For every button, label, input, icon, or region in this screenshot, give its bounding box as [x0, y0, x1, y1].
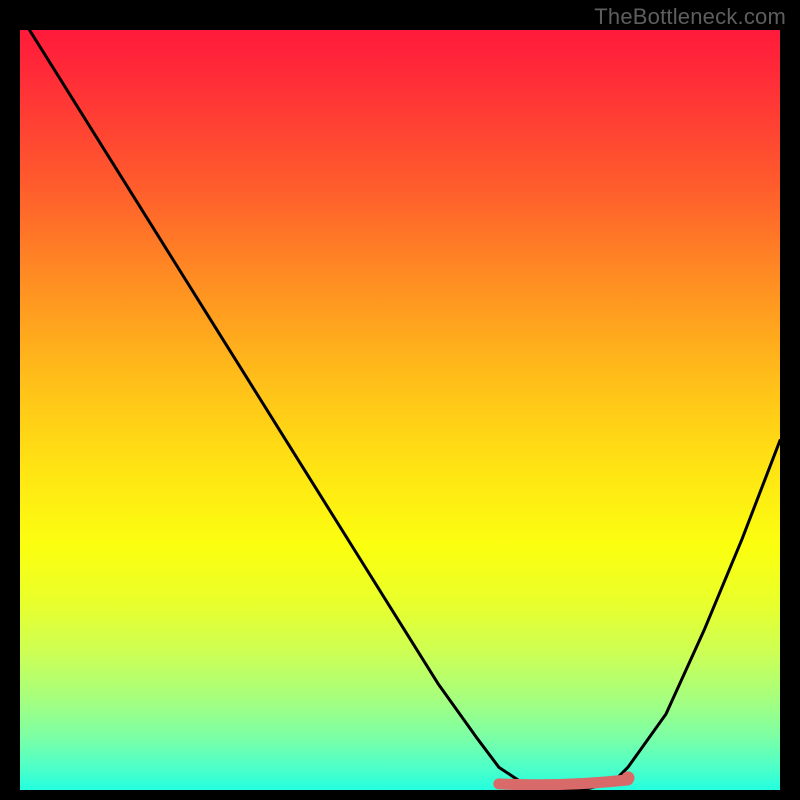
marker-end-dot [622, 771, 635, 784]
plot-frame [20, 30, 780, 790]
chart-overlay-svg [20, 30, 780, 790]
watermark-text: TheBottleneck.com [594, 4, 786, 30]
bottleneck-curve [20, 30, 780, 790]
optimal-marker [499, 771, 635, 784]
chart-stage: TheBottleneck.com [0, 0, 800, 800]
marker-band-path [499, 780, 628, 785]
